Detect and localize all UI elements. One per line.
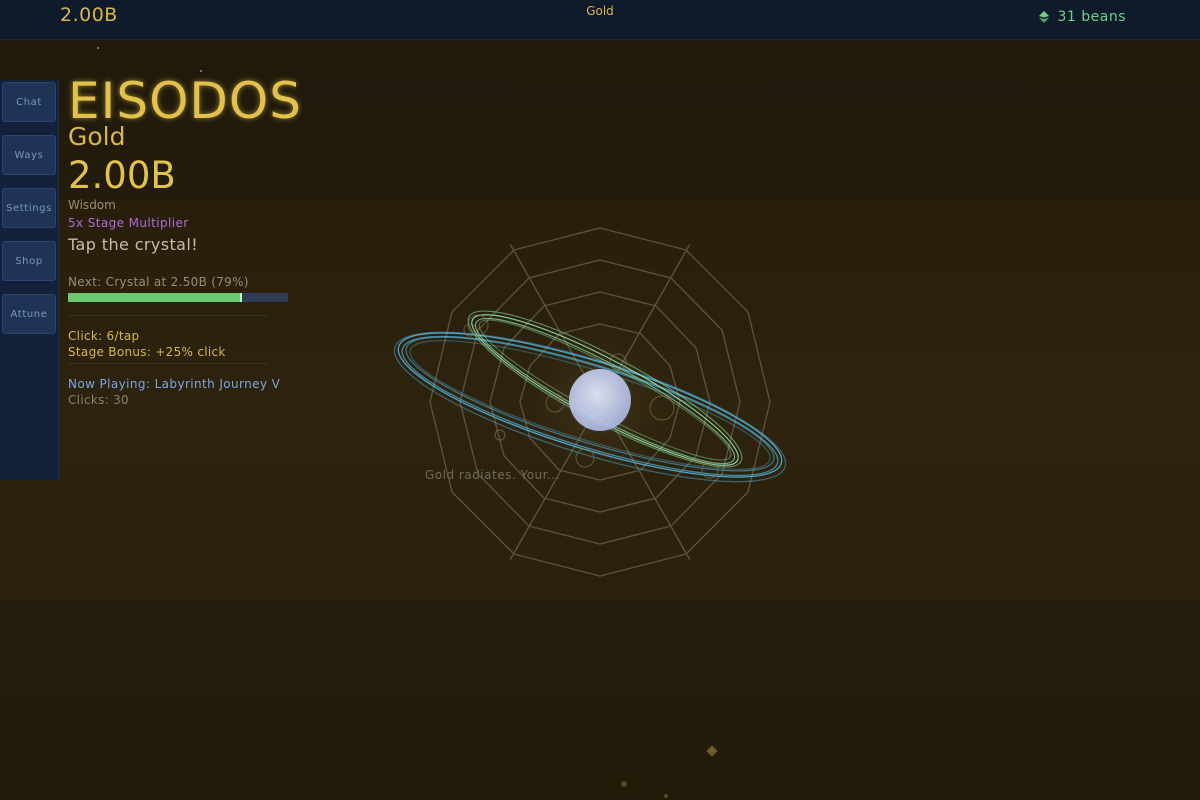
sidebar: Chat Ways Settings Shop Attune (0, 80, 59, 480)
stage-progress-bar (68, 293, 288, 302)
spark (200, 70, 202, 72)
tap-hint: Tap the crystal! (68, 235, 199, 254)
next-stage-label: Next: Crystal at 2.50B (79%) (68, 275, 249, 289)
beans-counter[interactable]: 31 beans (1039, 9, 1126, 25)
crystal-orb[interactable] (569, 369, 631, 431)
stage-bonus: Stage Bonus: +25% click (68, 345, 226, 359)
click-rate: Click: 6/tap (68, 329, 140, 343)
game-stage: 2.00B Gold 31 beans Chat Ways Settings S… (0, 0, 1200, 800)
resource-amount: 2.00B (68, 154, 176, 197)
chat-button[interactable]: Chat (2, 82, 56, 122)
ways-button[interactable]: Ways (2, 135, 56, 175)
attune-button[interactable]: Attune (2, 294, 56, 334)
top-resource-label: Gold (586, 4, 614, 18)
divider (68, 363, 268, 364)
spark (621, 781, 627, 787)
stage-multiplier: 5x Stage Multiplier (68, 216, 189, 230)
shop-button[interactable]: Shop (2, 241, 56, 281)
path-name: Wisdom (68, 198, 116, 212)
beans-count: 31 beans (1057, 9, 1126, 25)
click-count: Clicks: 30 (68, 393, 129, 407)
resource-name: Gold (68, 122, 126, 151)
spark (664, 794, 668, 798)
settings-button[interactable]: Settings (2, 188, 56, 228)
top-bar: 2.00B Gold 31 beans (0, 0, 1200, 40)
crystal[interactable] (390, 220, 810, 590)
stage-progress-fill (68, 293, 242, 302)
spark (706, 745, 718, 757)
flavor-text: Gold radiates. Your... (425, 468, 560, 482)
bean-gem-icon (1039, 11, 1050, 23)
now-playing[interactable]: Now Playing: Labyrinth Journey V (68, 377, 280, 391)
divider (68, 315, 268, 316)
spark (97, 47, 99, 49)
